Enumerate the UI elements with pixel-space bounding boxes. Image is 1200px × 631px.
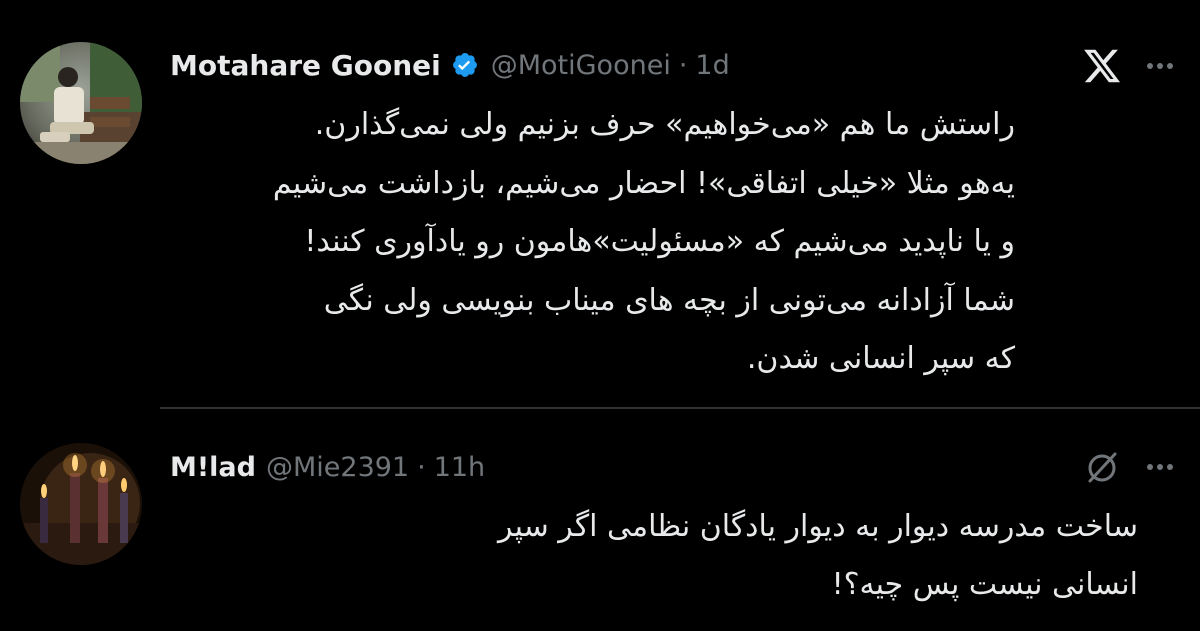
timestamp[interactable]: 1d xyxy=(695,50,729,81)
reply-tweet[interactable]: M!lad @Mie2391 · 11h ساخت مدرسه دیوار به… xyxy=(0,410,1200,631)
more-options-icon[interactable] xyxy=(1140,457,1180,477)
tweet-text-line: که سپر انسانی شدن. xyxy=(746,341,1015,376)
tweet-text-line: ساخت مدرسه دیوار به دیوار یادگان نظامی ا… xyxy=(498,509,1138,544)
tweet-text-line: شما آزادانه می‌تونی از بچه های میناب بنو… xyxy=(323,282,1015,318)
divider xyxy=(160,407,1200,409)
handle[interactable]: @MotiGoonei xyxy=(491,50,671,81)
avatar[interactable] xyxy=(20,42,142,164)
display-name[interactable]: M!lad xyxy=(170,452,256,483)
tweet-text-line: و یا ناپدید می‌شیم که «مسئولیت»هامون رو … xyxy=(304,224,1015,259)
separator-dot: · xyxy=(678,49,688,81)
handle[interactable]: @Mie2391 xyxy=(266,452,409,483)
display-name[interactable]: Motahare Goonei xyxy=(170,49,441,82)
tweet-text-line: یه‌هو مثلا «خیلی اتفاقی»! احضار می‌شیم، … xyxy=(272,165,1015,201)
x-logo-icon[interactable] xyxy=(1082,46,1122,86)
tweet-text: ساخت مدرسه دیوار به دیوار یادگان نظامی ا… xyxy=(498,498,1138,614)
tweet-text-line: انسانی نیست پس چیه؟! xyxy=(831,567,1138,602)
grok-icon[interactable] xyxy=(1082,448,1122,488)
separator-dot: · xyxy=(417,451,426,483)
tweet-text: راستش ما هم «می‌خواهیم» حرف بزنیم ولی نم… xyxy=(273,96,1015,389)
more-options-icon[interactable] xyxy=(1140,56,1180,76)
tweet-text-line: راستش ما هم «می‌خواهیم» حرف بزنیم ولی نم… xyxy=(314,107,1015,142)
verified-badge-icon xyxy=(451,51,479,79)
timestamp[interactable]: 11h xyxy=(434,452,485,483)
original-tweet[interactable]: Motahare Goonei @MotiGoonei · 1d راستش م… xyxy=(0,0,1200,408)
tweet-header: M!lad @Mie2391 · 11h xyxy=(170,447,485,487)
tweet-header: Motahare Goonei @MotiGoonei · 1d xyxy=(170,45,730,85)
avatar[interactable] xyxy=(20,443,142,565)
